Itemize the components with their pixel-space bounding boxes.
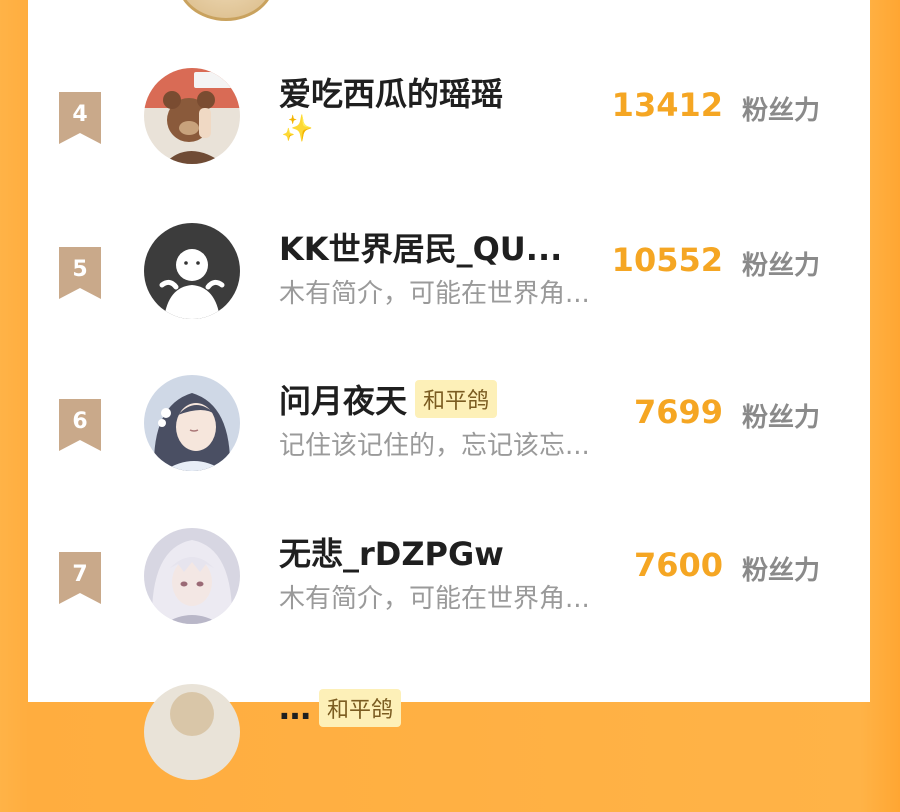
user-name-line: KK世界居民_QU... <box>279 225 562 269</box>
user-name[interactable]: KK世界居民_QU... <box>279 224 562 270</box>
score-unit: 粉丝力 <box>741 556 820 586</box>
user-name-line: 问月夜天 和平鸽 <box>279 376 498 422</box>
user-name[interactable]: … <box>279 689 311 727</box>
fan-score: 13412 <box>611 86 723 124</box>
title-tag: 和平鸽 <box>319 689 402 727</box>
user-name[interactable]: 爱吃西瓜的瑶瑶 <box>279 69 503 115</box>
fan-score: 7600 <box>633 546 723 584</box>
user-name-line: 无悲_rDZPGw <box>279 530 504 574</box>
rank-badge: 5 <box>59 247 101 299</box>
list-item[interactable]: 7 无悲_rDZPGw 木有简介，可能在世界角... 7600 粉丝力 <box>28 526 870 656</box>
user-bio: 木有简介，可能在世界角... <box>279 584 590 614</box>
avatar[interactable] <box>144 68 240 164</box>
score-unit: 粉丝力 <box>741 96 820 126</box>
list-item[interactable]: 5 KK世界居民_QU... 木有简介，可能在世界角... 10552 粉丝力 <box>28 221 870 351</box>
rank-number: 7 <box>72 562 88 587</box>
list-item[interactable]: 4 爱吃西瓜的瑶瑶 ✨ 13412 粉丝力 <box>28 66 870 196</box>
user-name[interactable]: 无悲_rDZPGw <box>279 529 504 575</box>
avatar[interactable] <box>144 375 240 471</box>
rank-badge: 4 <box>59 92 101 144</box>
avatar[interactable] <box>144 684 240 780</box>
list-item[interactable]: 6 问月夜天 和平鸽 记住该记住的，忘记该忘... 7699 粉丝力 <box>28 373 870 503</box>
fan-score: 7699 <box>633 393 723 431</box>
avatar[interactable] <box>144 528 240 624</box>
score-unit: 粉丝力 <box>741 403 820 433</box>
avatar[interactable] <box>177 0 275 21</box>
user-name-line: 爱吃西瓜的瑶瑶 <box>279 70 503 114</box>
rank-number: 6 <box>72 409 88 434</box>
user-bio: 木有简介，可能在世界角... <box>279 279 590 309</box>
user-name[interactable]: 问月夜天 <box>279 376 407 422</box>
score-unit: 粉丝力 <box>741 251 820 281</box>
rank-badge: 7 <box>59 552 101 604</box>
default-avatar-icon[interactable] <box>144 223 240 319</box>
title-tag: 和平鸽 <box>415 380 498 418</box>
fan-score: 10552 <box>611 241 723 279</box>
rank-badge: 6 <box>59 399 101 451</box>
user-bio: 记住该记住的，忘记该忘... <box>279 431 590 461</box>
sparkle-icon: ✨ <box>281 114 314 144</box>
leaderboard-panel: 4 爱吃西瓜的瑶瑶 ✨ 13412 粉丝力 5 KK世界居民_QU... 木有简… <box>28 0 870 780</box>
rank-number: 4 <box>72 102 88 127</box>
user-name-line: … 和平鸽 <box>279 686 402 730</box>
rank-number: 5 <box>72 257 88 282</box>
